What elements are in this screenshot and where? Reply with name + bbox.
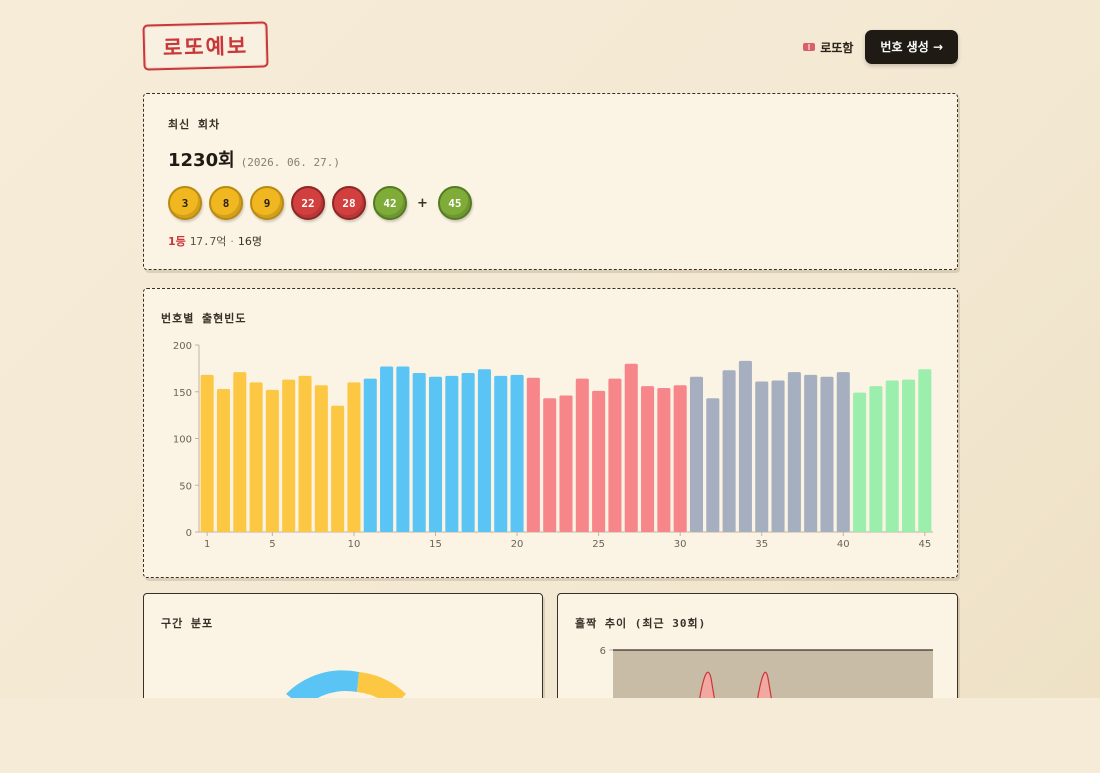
x-tick-label: 45 (918, 539, 931, 550)
round-date: (2026. 06. 27.) (240, 156, 341, 169)
frequency-bar (298, 375, 312, 532)
y-tick-label: 50 (179, 481, 192, 492)
page-bottom (0, 698, 1100, 773)
frequency-bar (738, 360, 752, 532)
frequency-bar (282, 379, 296, 532)
frequency-bar (885, 380, 899, 532)
y-tick-label: 6 (600, 646, 606, 657)
x-tick-label: 30 (674, 539, 687, 550)
frequency-bar (902, 379, 916, 532)
frequency-bar (380, 366, 394, 532)
frequency-bar (869, 386, 883, 532)
frequency-bar (200, 374, 214, 532)
y-tick-label: 150 (173, 388, 192, 399)
nav-link-label: 로또함 (820, 40, 854, 55)
x-tick-label: 35 (755, 539, 768, 550)
round-number: 1230회 (168, 150, 235, 171)
frequency-bar (641, 386, 655, 532)
prize-winners: 16명 (237, 235, 263, 248)
x-tick-label: 1 (204, 539, 210, 550)
frequency-bar (216, 388, 230, 532)
lotto-ball: 28 (332, 186, 366, 220)
frequency-bar (836, 372, 850, 532)
nav-link-lotto-box[interactable]: 로또함 (803, 39, 853, 56)
frequency-bar (722, 370, 736, 532)
frequency-bar (510, 374, 524, 532)
frequency-bar (608, 378, 622, 532)
frequency-bar (804, 374, 818, 532)
generate-numbers-button[interactable]: 번호 생성 → (865, 30, 958, 64)
lotto-ball: 42 (373, 186, 407, 220)
frequency-bar (265, 389, 279, 532)
frequency-title: 번호별 출현빈도 (161, 312, 247, 325)
latest-round-label: 최신 회차 (168, 118, 221, 131)
frequency-bar (853, 392, 867, 532)
frequency-bar (412, 373, 426, 532)
frequency-bar (543, 398, 557, 532)
prize-info: 1등 17.7억 · 16명 (168, 233, 933, 249)
frequency-bar (624, 363, 638, 532)
x-tick-label: 5 (269, 539, 275, 550)
frequency-bar (918, 369, 932, 532)
x-tick-label: 40 (837, 539, 850, 550)
lotto-ball: 8 (209, 186, 243, 220)
frequency-bar (477, 369, 491, 532)
frequency-bar (249, 382, 263, 532)
frequency-bar (706, 398, 720, 532)
frequency-bar (461, 373, 475, 532)
frequency-bar (673, 385, 687, 532)
bonus-plus: + (417, 195, 428, 211)
header: 로또예보 로또함 번호 생성 → (142, 21, 958, 72)
frequency-bar (755, 381, 769, 532)
distribution-title: 구간 분포 (161, 617, 214, 630)
frequency-bar (314, 385, 328, 532)
prize-separator: · (230, 235, 234, 248)
frequency-bar (575, 378, 589, 532)
frequency-bar (771, 380, 785, 532)
x-tick-label: 20 (511, 539, 524, 550)
frequency-bar (689, 376, 704, 532)
y-tick-label: 100 (173, 435, 192, 446)
frequency-bar (445, 375, 459, 532)
frequency-bar (787, 372, 801, 532)
frequency-chart: 0501001502001 5 10 15 20 25 30 35 40 45 (173, 341, 933, 550)
lotto-ball: 3 (168, 186, 202, 220)
x-tick-label: 10 (348, 539, 361, 550)
latest-round-card: 최신 회차 1230회 (2026. 06. 27.) 3 8 9 22 28 … (143, 93, 958, 270)
prize-rank: 1등 (168, 235, 186, 248)
frequency-bar (233, 372, 247, 532)
frequency-bar (526, 377, 540, 532)
frequency-bar (363, 378, 377, 532)
frequency-bar (657, 388, 671, 532)
logo[interactable]: 로또예보 (142, 21, 269, 71)
x-tick-label: 15 (429, 539, 442, 550)
frequency-bar (559, 395, 573, 532)
round-title: 1230회 (2026. 06. 27.) (168, 146, 933, 172)
frequency-bar (592, 390, 606, 532)
frequency-bar (396, 366, 410, 532)
prize-amount: 17.7억 (189, 235, 227, 248)
y-tick-label: 0 (186, 528, 192, 539)
frequency-bar (331, 405, 345, 532)
lotto-ball: 9 (250, 186, 284, 220)
oddeven-title: 홀짝 추이 (최근 30회) (575, 617, 707, 630)
frequency-card: 번호별 출현빈도 0 50 100 150 200 1 5 10 15 20 25 30 35 40 45 (143, 288, 958, 578)
ticket-icon (803, 43, 816, 51)
frequency-bar (347, 382, 361, 532)
lotto-ball: 22 (291, 186, 325, 220)
frequency-bar (428, 376, 443, 532)
frequency-bar (494, 375, 508, 532)
header-nav: 로또함 번호 생성 → (803, 30, 958, 64)
winning-balls: 3 8 9 22 28 42 + 45 (168, 186, 933, 220)
y-tick-label: 200 (173, 341, 192, 352)
frequency-bar (820, 376, 834, 532)
bonus-ball: 45 (437, 186, 472, 220)
x-tick-label: 25 (592, 539, 605, 550)
